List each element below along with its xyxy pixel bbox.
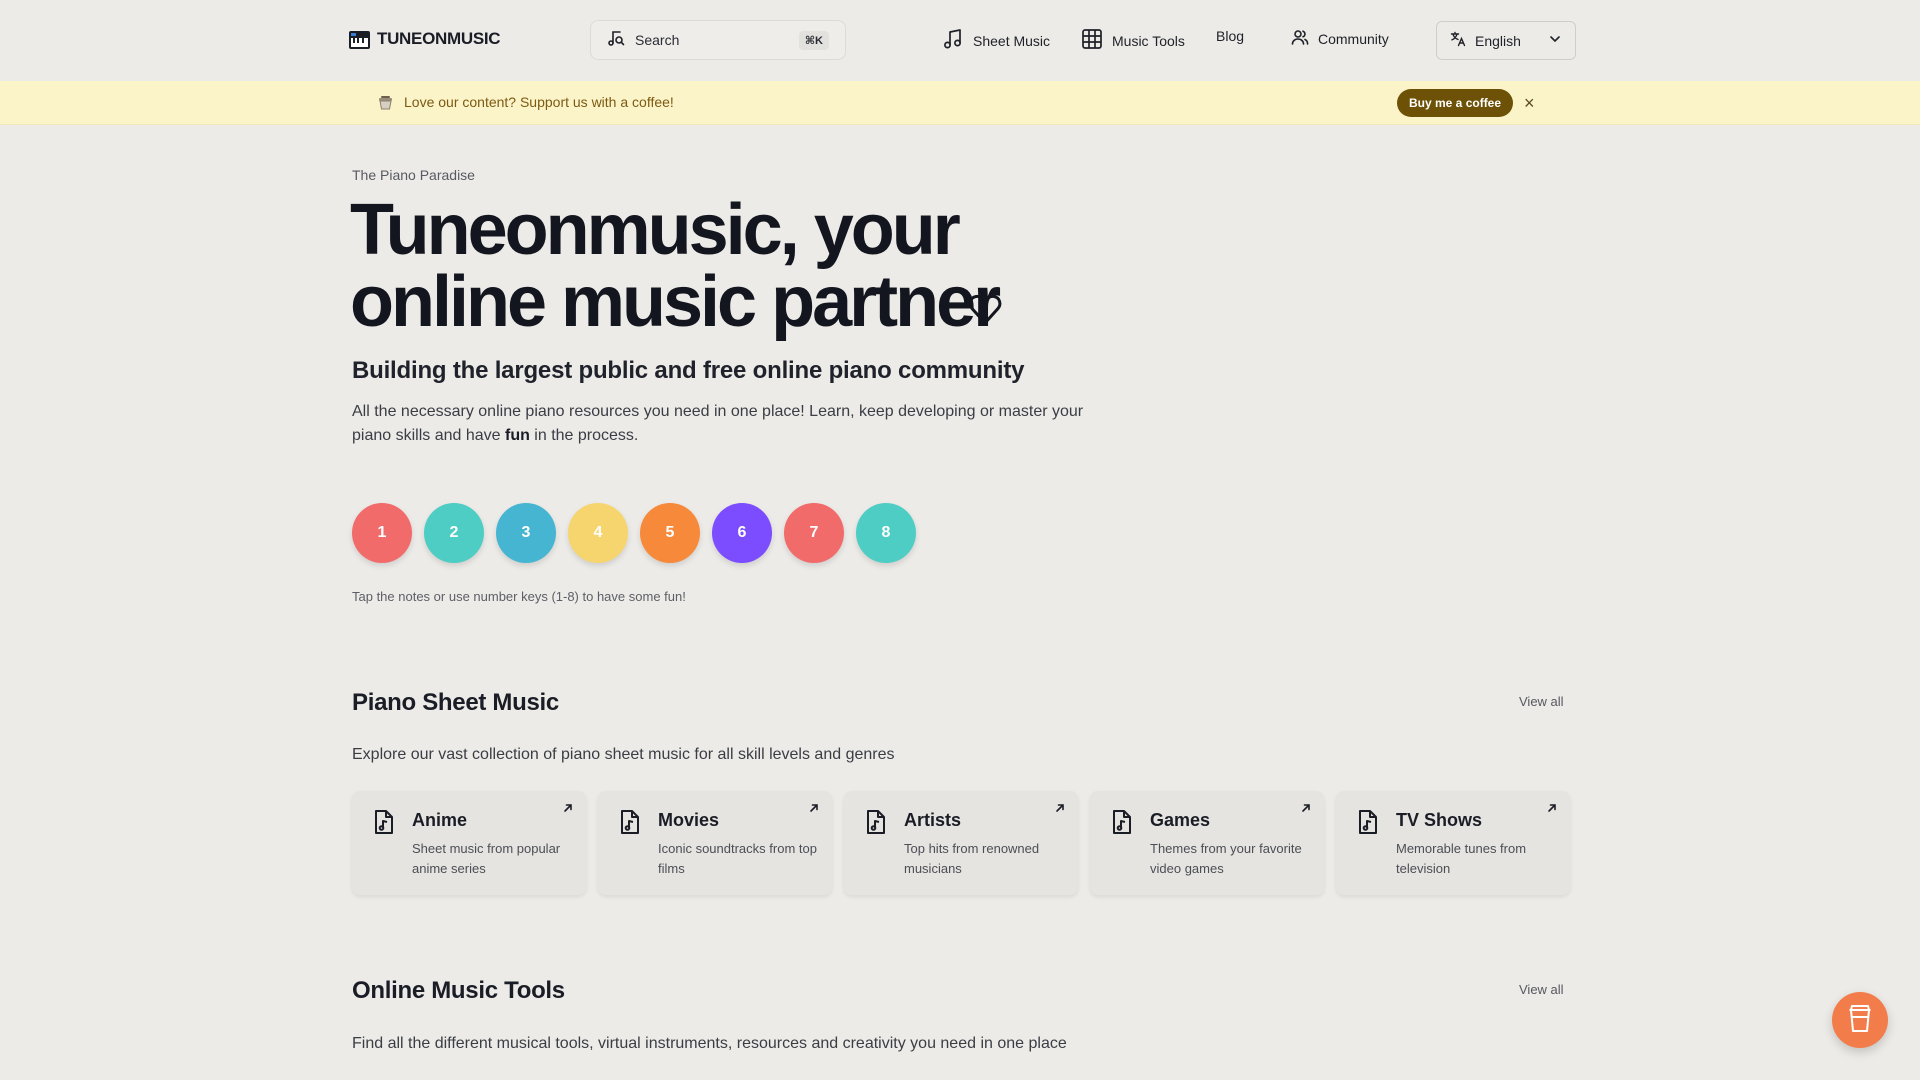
category-card-title: Movies [658, 810, 720, 830]
coffee-cup-icon [1847, 1003, 1873, 1038]
music-search-icon [607, 29, 625, 52]
category-card-desc: Iconic soundtracks from top films [658, 841, 817, 876]
note-button-7[interactable]: 7 [784, 503, 844, 563]
category-card-desc: Top hits from renowned musicians [904, 841, 1040, 876]
external-arrow-icon [1300, 801, 1312, 819]
language-label: English [1475, 32, 1521, 49]
grid-icon [1081, 28, 1103, 53]
nav-blog[interactable]: Blog [1216, 28, 1244, 44]
music-file-icon [1110, 809, 1134, 840]
banner-text: Love our content? Support us with a coff… [404, 94, 674, 110]
view-all-sheet-music-link[interactable]: View all [1519, 694, 1564, 709]
hero-desc-text-end: in the process. [529, 427, 639, 444]
sheet-music-categories: Anime Sheet music from popular anime seri… [352, 791, 1570, 895]
piano-logo-icon [348, 28, 371, 50]
section-title-sheet-music: Piano Sheet Music [352, 689, 559, 716]
note-button-8[interactable]: 8 [856, 503, 916, 563]
external-arrow-icon [1054, 801, 1066, 819]
top-navbar: TUNEONMUSIC Search ⌘K Sheet Music Music … [0, 0, 1920, 81]
category-card-anime[interactable]: Anime Sheet music from popular anime seri… [352, 791, 586, 895]
buy-me-a-coffee-button[interactable]: Buy me a coffee [1397, 89, 1514, 117]
category-card-desc: Sheet music from popular anime series [412, 841, 561, 876]
nav-community-label: Community [1318, 30, 1389, 47]
search-label: Search [635, 32, 680, 48]
external-arrow-icon [1546, 801, 1558, 819]
hero-subtitle: Building the largest public and free onl… [352, 357, 1025, 384]
external-arrow-icon [808, 801, 820, 819]
category-card-tv-shows[interactable]: TV Shows Memorable tunes from television [1336, 791, 1570, 895]
hero-description: All the necessary online piano resources… [352, 400, 1112, 448]
site-logo[interactable]: TUNEONMUSIC [348, 28, 501, 50]
music-note-icon [942, 28, 964, 53]
nav-sheet-music-label: Sheet Music [973, 32, 1051, 49]
notes-hint: Tap the notes or use number keys (1-8) t… [352, 589, 686, 604]
category-card-title: Artists [904, 810, 962, 830]
music-file-icon [372, 809, 396, 840]
category-card-movies[interactable]: Movies Iconic soundtracks from top films [598, 791, 832, 895]
note-buttons: 12345678 [352, 503, 916, 563]
nav-music-tools-label: Music Tools [1112, 32, 1185, 49]
heart-icon[interactable] [967, 291, 1003, 332]
coffee-cup-icon [377, 93, 395, 116]
music-file-icon [618, 809, 642, 840]
nav-music-tools[interactable]: Music Tools [1081, 28, 1185, 53]
note-button-2[interactable]: 2 [424, 503, 484, 563]
hero-desc-text: All the necessary online piano resources… [352, 403, 1084, 444]
section-title-music-tools: Online Music Tools [352, 977, 565, 1004]
section-desc-music-tools: Find all the different musical tools, vi… [352, 1035, 1067, 1052]
note-button-4[interactable]: 4 [568, 503, 628, 563]
note-button-6[interactable]: 6 [712, 503, 772, 563]
note-button-5[interactable]: 5 [640, 503, 700, 563]
translate-icon [1450, 31, 1466, 50]
category-card-title: Games [1150, 810, 1211, 830]
coffee-fab-button[interactable] [1832, 992, 1888, 1048]
nav-blog-label: Blog [1216, 28, 1245, 44]
category-card-artists[interactable]: Artists Top hits from renowned musicians [844, 791, 1078, 895]
nav-sheet-music[interactable]: Sheet Music [942, 28, 1050, 53]
section-desc-sheet-music: Explore our vast collection of piano she… [352, 746, 895, 763]
close-icon[interactable]: × [1524, 94, 1535, 112]
nav-community[interactable]: Community [1291, 28, 1389, 49]
search-button[interactable]: Search ⌘K [590, 20, 846, 60]
hero-desc-bold: fun [504, 427, 530, 444]
category-card-games[interactable]: Games Themes from your favorite video gam… [1090, 791, 1324, 895]
view-all-music-tools-link[interactable]: View all [1519, 982, 1564, 997]
chevron-down-icon [1548, 32, 1562, 49]
note-button-3[interactable]: 3 [496, 503, 556, 563]
note-button-1[interactable]: 1 [352, 503, 412, 563]
category-card-title: TV Shows [1396, 810, 1483, 830]
music-file-icon [1356, 809, 1380, 840]
hero-eyebrow: The Piano Paradise [352, 167, 475, 183]
category-card-desc: Themes from your favorite video games [1150, 841, 1302, 876]
support-banner: Love our content? Support us with a coff… [0, 81, 1920, 125]
external-arrow-icon [562, 801, 574, 819]
search-shortcut-badge: ⌘K [798, 30, 829, 50]
users-icon [1291, 28, 1309, 49]
category-card-desc: Memorable tunes from television [1396, 841, 1527, 876]
logo-text: TUNEONMUSIC [377, 29, 501, 48]
language-select[interactable]: English [1436, 21, 1576, 60]
hero-title-line1: Tuneonmusic, your [350, 190, 961, 270]
music-file-icon [864, 809, 888, 840]
category-card-title: Anime [412, 810, 468, 830]
